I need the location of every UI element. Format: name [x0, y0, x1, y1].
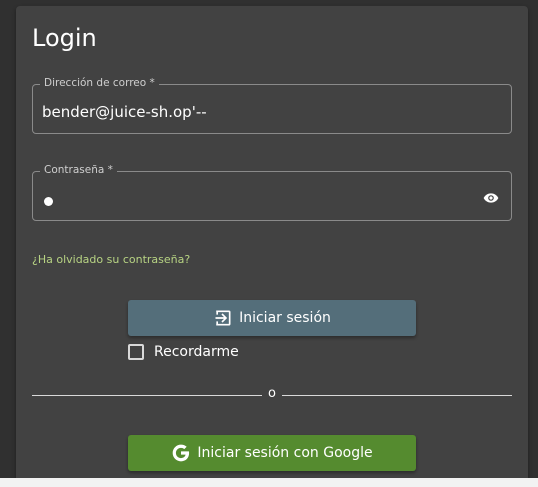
divider-left	[32, 395, 262, 396]
email-field-value[interactable]: bender@juice-sh.op'--	[42, 103, 207, 121]
checkbox-box[interactable]	[128, 344, 144, 360]
bottom-strip	[0, 478, 538, 487]
divider-right	[282, 395, 512, 396]
google-login-button[interactable]: Iniciar sesión con Google	[128, 435, 416, 471]
page: Login Dirección de correo * bender@juice…	[0, 0, 538, 487]
remember-me-label: Recordarme	[154, 344, 239, 360]
email-field-label: Dirección de correo *	[40, 77, 159, 89]
login-card: Login Dirección de correo * bender@juice…	[16, 6, 528, 478]
forgot-password-link[interactable]: ¿Ha olvidado su contraseña?	[32, 253, 190, 266]
password-field[interactable]: Contraseña *	[32, 164, 512, 221]
google-login-button-label: Iniciar sesión con Google	[197, 445, 373, 461]
remember-me-checkbox[interactable]: Recordarme	[128, 344, 239, 360]
password-field-label: Contraseña *	[40, 164, 117, 176]
password-mask-dot	[44, 197, 53, 206]
divider-text: o	[268, 386, 276, 401]
login-button-label: Iniciar sesión	[239, 310, 331, 326]
google-icon	[173, 444, 190, 462]
login-icon	[215, 310, 231, 326]
email-field[interactable]: Dirección de correo * bender@juice-sh.op…	[32, 77, 512, 134]
login-button[interactable]: Iniciar sesión	[128, 300, 416, 336]
eye-icon[interactable]	[483, 192, 499, 204]
page-title: Login	[32, 24, 97, 52]
